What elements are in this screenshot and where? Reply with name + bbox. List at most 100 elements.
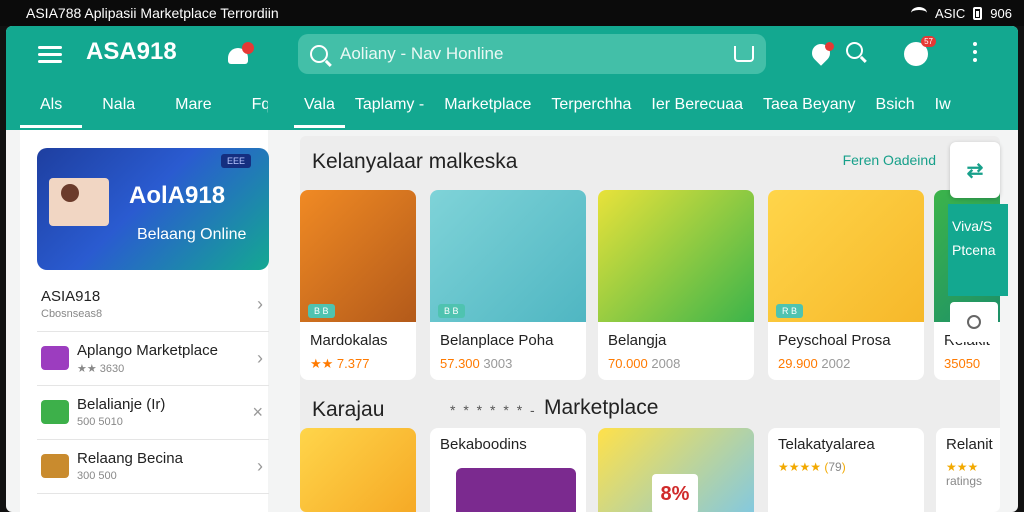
product-rating: ★★★★ (79) xyxy=(778,460,846,474)
promo-banner[interactable]: EEE AolA918 Belaang Online xyxy=(37,148,269,270)
product-name: Mardokalas xyxy=(310,332,388,349)
product-card-2[interactable]: Telakatyalarea ★★★★ (79) xyxy=(768,428,924,512)
tab-ier-berecuaa[interactable]: Ier Berecuaa xyxy=(641,92,753,128)
product-price: ★★ 7.377 xyxy=(310,356,370,371)
product-card[interactable]: R B Peyschoal Prosa 29.900 2002 xyxy=(768,190,924,380)
product-card-2[interactable]: 8% xyxy=(598,428,754,512)
product-card[interactable]: B B Mardokalas ★★ 7.377 xyxy=(300,190,416,380)
product-image: R B xyxy=(768,190,924,322)
sidebar-item-label: Belalianje (Ir) xyxy=(77,396,166,413)
carrier-label: ASIC xyxy=(934,5,966,21)
product-price: 35050 xyxy=(944,356,981,371)
notification-icon[interactable]: 57 xyxy=(904,36,936,68)
product-price: 29.900 2002 xyxy=(778,356,851,371)
tab-mare[interactable]: Mare xyxy=(155,92,231,128)
chevron-right-icon: › xyxy=(257,348,263,368)
sidebar-item-sub: 300 500 xyxy=(77,470,117,482)
app-window: ASA918 Als Nala Mare Fq Aoliany - Nav Ho… xyxy=(6,26,1018,512)
banner-subtitle: Belaang Online xyxy=(137,226,247,243)
float-search-icon[interactable] xyxy=(950,302,998,342)
tab-terperchha[interactable]: Terperchha xyxy=(541,92,641,128)
wifi-icon xyxy=(910,7,927,19)
status-bar: ASIA788 Aplipasii Marketplace Terrordiin… xyxy=(0,0,1024,26)
product-image: B B xyxy=(430,190,586,322)
product-name: Belanplace Poha xyxy=(440,332,554,349)
product-image xyxy=(456,468,576,512)
promo-badge: 8% xyxy=(652,474,698,512)
sidebar-item-label: ASIA918 xyxy=(41,288,101,305)
float-promo[interactable]: Viva/S Ptcena xyxy=(948,204,1008,296)
clock: 906 xyxy=(990,5,1012,21)
search-placeholder: Aoliany - Nav Honline xyxy=(340,44,504,63)
chevron-right-icon: › xyxy=(257,294,263,314)
tab-vala[interactable]: Vala xyxy=(294,92,345,128)
banner-title: AolA918 xyxy=(129,182,226,209)
product-image: B B xyxy=(300,190,416,322)
product-card[interactable]: Belangja 70.000 2008 xyxy=(598,190,754,380)
section-link[interactable]: Feren Oadeind xyxy=(843,152,936,168)
app-icon xyxy=(41,346,69,370)
product-rating: ★★★ ratings xyxy=(946,460,983,488)
location-icon[interactable] xyxy=(808,40,834,68)
section2-marketplace: Marketplace xyxy=(544,396,659,419)
product-price: 70.000 2008 xyxy=(608,356,681,371)
product-price: 57.300 3003 xyxy=(440,356,513,371)
scan-icon[interactable] xyxy=(734,46,754,62)
product-name: Relanit xyxy=(946,436,993,453)
product-card[interactable]: B B Belanplace Poha 57.300 3003 xyxy=(430,190,586,380)
search-icon xyxy=(310,45,328,63)
notification-badge: 57 xyxy=(921,36,936,47)
cash-icon xyxy=(41,400,69,424)
sidebar-header: ASA918 Als Nala Mare Fq xyxy=(6,26,270,130)
main-header: Aoliany - Nav Honline 57 Vala Taplamy - … xyxy=(268,26,1018,130)
more-vert-icon[interactable] xyxy=(970,42,980,68)
product-card-2[interactable]: Bekaboodins xyxy=(430,428,586,512)
tab-taplamy[interactable]: Taplamy - xyxy=(345,92,434,128)
bell-icon[interactable] xyxy=(226,42,254,68)
sidebar-item-sub: 500 5010 xyxy=(77,416,123,428)
product-image xyxy=(598,190,754,322)
sidebar-item-asia918[interactable]: ASIA918 Cbosnseas8 › xyxy=(37,278,269,332)
float-action-button[interactable]: ⇄ xyxy=(950,142,1000,198)
sidebar: EEE AolA918 Belaang Online ASIA918 Cbosn… xyxy=(20,130,269,512)
banner-photo xyxy=(49,178,109,226)
section2-title: Karajau xyxy=(312,398,385,421)
tab-nala[interactable]: Nala xyxy=(82,92,155,128)
chevron-right-icon: › xyxy=(257,456,263,476)
float-text-2: Ptcena xyxy=(952,242,996,258)
product-tag: B B xyxy=(308,304,335,318)
product-tag: B B xyxy=(438,304,465,318)
search-input[interactable]: Aoliany - Nav Honline xyxy=(298,34,766,74)
product-tag: R B xyxy=(776,304,804,318)
tab-als[interactable]: Als xyxy=(20,92,83,128)
sidebar-item-relaang[interactable]: Relaang Becina 300 500 › xyxy=(37,440,269,494)
section-title: Kelanyalaar malkeska xyxy=(312,150,518,173)
search-button-icon[interactable] xyxy=(846,42,872,68)
window-title: ASIA788 Aplipasii Marketplace Terrordiin xyxy=(26,5,279,21)
floating-panel: ⇄ Viva/S Ptcena xyxy=(948,142,1008,342)
product-name: Belangja xyxy=(608,332,667,349)
float-text-1: Viva/S xyxy=(952,218,993,234)
tab-marketplace[interactable]: Marketplace xyxy=(434,92,541,128)
sidebar-item-belalianje[interactable]: Belalianje (Ir) 500 5010 × xyxy=(37,386,269,440)
avatar-icon xyxy=(41,454,69,478)
product-name: Bekaboodins xyxy=(440,436,527,453)
battery-icon xyxy=(973,6,983,20)
tab-taea-beyany[interactable]: Taea Beyany xyxy=(753,92,866,128)
sidebar-item-label: Relaang Becina xyxy=(77,450,183,467)
sidebar-tabs: Als Nala Mare Fq xyxy=(20,92,290,128)
status-indicators: ASIC 906 xyxy=(910,5,1012,21)
product-card-2[interactable] xyxy=(300,428,416,512)
tab-iw[interactable]: Iw xyxy=(925,92,961,128)
sidebar-item-label: Aplango Marketplace xyxy=(77,342,218,359)
menu-icon[interactable] xyxy=(38,46,62,64)
product-name: Peyschoal Prosa xyxy=(778,332,891,349)
banner-badge: EEE xyxy=(220,154,251,168)
tab-bsich[interactable]: Bsich xyxy=(866,92,925,128)
sidebar-item-aplango[interactable]: Aplango Marketplace ★★ 3630 › xyxy=(37,332,269,386)
category-tabs: Vala Taplamy - Marketplace Terperchha Ie… xyxy=(294,92,961,128)
sidebar-item-sub: Cbosnseas8 xyxy=(41,308,103,320)
product-card-2[interactable]: Relanit ★★★ ratings xyxy=(936,428,1000,512)
sidebar-item-sub: ★★ 3630 xyxy=(77,363,125,375)
close-icon[interactable]: × xyxy=(252,402,263,423)
